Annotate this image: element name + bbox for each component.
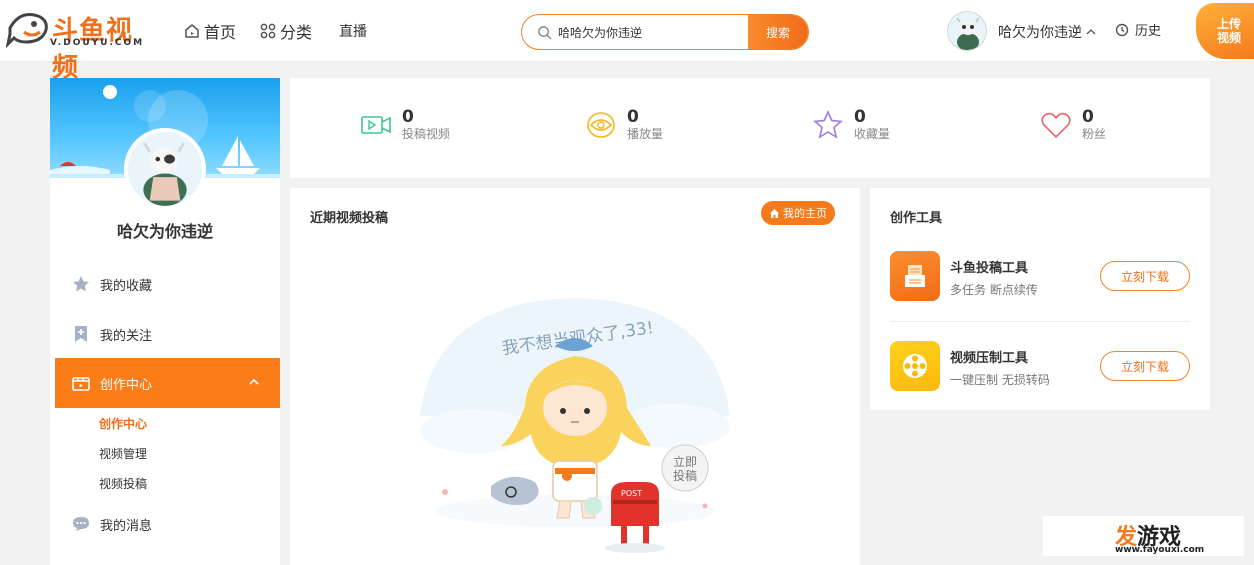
stat-plays-value: 0 xyxy=(627,107,639,127)
stat-fans-label: 粉丝 xyxy=(1082,127,1107,141)
left-sidebar: 哈欠为你违逆 我的收藏 我的关注 创作中心 创作中心 视频管理 视频投稿 我的消… xyxy=(50,78,280,565)
sidebar-item-label: 我的消息 xyxy=(100,518,153,534)
user-avatar[interactable] xyxy=(947,11,987,51)
sidebar-item-messages[interactable]: 我的消息 xyxy=(50,499,280,549)
illus-bubble-line1: 立即 xyxy=(673,454,697,469)
sidebar-item-label: 我的关注 xyxy=(100,328,153,344)
user-menu[interactable]: 哈欠为你违逆 xyxy=(998,22,1096,42)
tool-video-compressor-logo xyxy=(890,341,940,391)
upload-label-line2: 视频 xyxy=(1216,31,1241,45)
tool-name: 视频压制工具 xyxy=(950,351,1029,366)
sidebar-item-following[interactable]: 我的关注 xyxy=(50,309,280,359)
stat-videos-label: 投稿视频 xyxy=(402,127,451,141)
stat-videos: 0 投稿视频 xyxy=(360,108,450,142)
nav-home[interactable]: 首页 xyxy=(184,19,236,43)
heart-outline-icon xyxy=(1041,112,1071,139)
home-icon xyxy=(185,24,199,38)
recent-videos-card: 近期视频投稿 我的主页 我不想当观众了,33! 立即 投稿 xyxy=(290,188,860,565)
tool-douyu-uploader: 斗鱼投稿工具 多任务 断点续传 立刻下载 xyxy=(890,251,1190,301)
stat-favorites-value: 0 xyxy=(854,107,866,127)
stat-fans: 0 粉丝 xyxy=(1040,108,1106,142)
tool-desc: 多任务 断点续传 xyxy=(950,283,1038,297)
profile-username: 哈欠为你违逆 xyxy=(116,222,213,241)
recent-videos-title: 近期视频投稿 xyxy=(310,211,389,226)
nav-live[interactable]: 直播 xyxy=(339,21,367,41)
illus-bubble-line2: 投稿 xyxy=(673,468,697,483)
cow-avatar-icon xyxy=(948,12,986,50)
stat-fans-value: 0 xyxy=(1082,107,1094,127)
douyu-logo[interactable]: 斗鱼视频 V.DOUYU.COM xyxy=(6,8,156,83)
top-navbar: 斗鱼视频 V.DOUYU.COM 首页 分类 直播 搜索 哈欠为你违逆 历史 上… xyxy=(0,0,1254,83)
upload-video-button[interactable]: 上传 视频 xyxy=(1196,3,1254,59)
empty-state-illustration: 我不想当观众了,33! 立即 投稿 POST xyxy=(415,296,735,565)
stat-favorites-label: 收藏量 xyxy=(854,127,891,141)
mailbox-label: POST xyxy=(621,489,642,498)
nav-category-label: 分类 xyxy=(280,23,313,42)
history-link[interactable]: 历史 xyxy=(1115,20,1161,39)
cow-avatar-icon xyxy=(128,132,202,206)
sidebar-item-label: 我的收藏 xyxy=(100,278,153,294)
submenu-item-video-management[interactable]: 视频管理 xyxy=(99,445,147,462)
stats-card: 0 投稿视频 0 播放量 0 收藏量 0 粉丝 xyxy=(290,78,1210,178)
nav-live-label: 直播 xyxy=(339,24,367,40)
search-button[interactable]: 搜索 xyxy=(748,15,808,49)
eye-play-icon xyxy=(587,112,615,138)
search-icon xyxy=(538,26,552,40)
search-box: 搜索 xyxy=(521,14,809,50)
tool-video-compressor: 视频压制工具 一键压制 无损转码 立刻下载 xyxy=(890,341,1190,391)
download-button[interactable]: 立刻下载 xyxy=(1100,261,1190,291)
divider xyxy=(890,321,1190,322)
clock-icon xyxy=(1115,23,1129,36)
stat-text: 0 投稿视频 xyxy=(402,108,450,142)
chevron-up-icon xyxy=(1086,29,1096,35)
upload-label: 上传 视频 xyxy=(1217,17,1241,45)
stat-text: 0 播放量 xyxy=(627,108,663,142)
document-upload-icon xyxy=(905,265,925,287)
my-homepage-button[interactable]: 我的主页 xyxy=(761,201,835,225)
creation-tools-card: 创作工具 斗鱼投稿工具 多任务 断点续传 立刻下载 视频压制工具 一键压制 无损… xyxy=(870,188,1210,410)
tool-desc: 一键压制 无损转码 xyxy=(950,373,1050,387)
stat-text: 0 粉丝 xyxy=(1082,108,1106,142)
my-homepage-label: 我的主页 xyxy=(783,207,827,220)
bookmark-plus-icon xyxy=(75,326,87,342)
video-clapper-icon xyxy=(72,377,90,391)
star-icon xyxy=(73,276,89,292)
sidebar-item-favorites[interactable]: 我的收藏 xyxy=(50,259,280,309)
video-icon xyxy=(361,116,391,134)
tool-name: 斗鱼投稿工具 xyxy=(950,261,1029,276)
profile-avatar[interactable] xyxy=(124,128,206,210)
fish-logo-icon xyxy=(6,13,48,48)
upload-label-line1: 上传 xyxy=(1216,17,1241,31)
history-label: 历史 xyxy=(1135,24,1162,39)
empty-state-image: 我不想当观众了,33! 立即 投稿 POST xyxy=(420,298,730,553)
home-icon xyxy=(770,208,779,218)
grid-icon xyxy=(260,23,276,39)
chevron-up-icon xyxy=(249,378,259,385)
logo-subtext: V.DOUYU.COM xyxy=(50,38,145,48)
film-reel-icon xyxy=(903,354,927,378)
nav-category[interactable]: 分类 xyxy=(260,19,312,43)
stat-plays: 0 播放量 xyxy=(585,108,663,142)
sidebar-item-label: 创作中心 xyxy=(100,377,153,393)
stat-plays-label: 播放量 xyxy=(627,127,664,141)
message-bubble-icon xyxy=(73,517,89,531)
star-outline-icon xyxy=(813,110,843,139)
download-button[interactable]: 立刻下载 xyxy=(1100,351,1190,381)
stat-text: 0 收藏量 xyxy=(854,108,890,142)
sidebar-item-creation-center[interactable]: 创作中心 xyxy=(55,358,280,408)
submenu-item-video-upload[interactable]: 视频投稿 xyxy=(99,475,147,492)
stat-videos-value: 0 xyxy=(402,107,414,127)
user-name: 哈欠为你违逆 xyxy=(998,25,1082,41)
submenu-item-creation-center[interactable]: 创作中心 xyxy=(99,415,147,432)
stat-favorites: 0 收藏量 xyxy=(812,108,890,142)
search-input[interactable] xyxy=(558,15,748,49)
tool-douyu-uploader-logo xyxy=(890,251,940,301)
watermark-url: www.fayouxi.com xyxy=(1115,545,1205,555)
site-watermark: 发游戏 www.fayouxi.com xyxy=(1043,516,1244,556)
creation-tools-title: 创作工具 xyxy=(890,211,943,226)
nav-home-label: 首页 xyxy=(204,23,237,42)
